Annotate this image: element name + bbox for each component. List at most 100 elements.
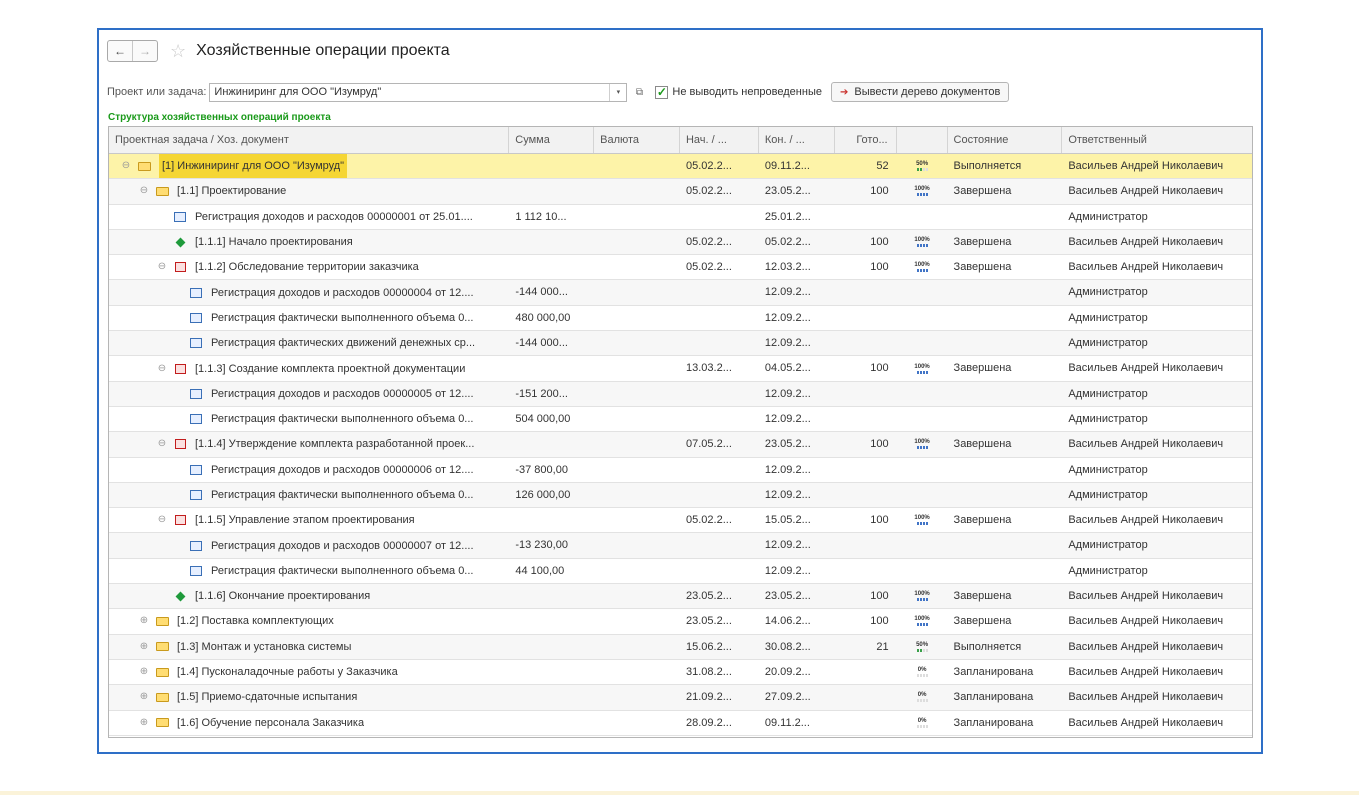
state-cell[interactable]: Завершена bbox=[948, 255, 1063, 279]
currency-cell[interactable] bbox=[594, 508, 680, 532]
task-name-cell[interactable]: Регистрация доходов и расходов 00000004 … bbox=[109, 280, 509, 304]
done-percent-cell[interactable]: 100 bbox=[835, 609, 897, 633]
collapse-toggle-icon[interactable]: ⊖ bbox=[157, 357, 167, 381]
done-percent-cell[interactable] bbox=[835, 711, 897, 735]
start-date-cell[interactable] bbox=[680, 533, 759, 557]
start-date-cell[interactable]: 28.09.2... bbox=[680, 711, 759, 735]
task-name-cell[interactable]: Регистрация доходов и расходов 00000005 … bbox=[109, 382, 509, 406]
responsible-cell[interactable]: Администратор bbox=[1062, 382, 1252, 406]
progress-indicator-cell[interactable]: 0% bbox=[897, 711, 948, 735]
start-date-cell[interactable]: 05.02.2... bbox=[680, 179, 759, 203]
responsible-cell[interactable]: Васильев Андрей Николаевич bbox=[1062, 635, 1252, 659]
progress-indicator-cell[interactable]: 0% bbox=[897, 685, 948, 709]
progress-indicator-cell[interactable] bbox=[897, 407, 948, 431]
table-row[interactable]: Регистрация фактически выполненного объе… bbox=[109, 406, 1252, 433]
task-name-cell[interactable]: Регистрация фактически выполненного объе… bbox=[109, 483, 509, 507]
progress-indicator-cell[interactable] bbox=[897, 559, 948, 583]
end-date-cell[interactable]: 12.09.2... bbox=[759, 483, 835, 507]
end-date-cell[interactable]: 12.09.2... bbox=[759, 559, 835, 583]
responsible-cell[interactable]: Администратор bbox=[1062, 306, 1252, 330]
currency-cell[interactable] bbox=[594, 331, 680, 355]
done-percent-cell[interactable]: 100 bbox=[835, 432, 897, 456]
end-date-cell[interactable]: 23.05.2... bbox=[759, 432, 835, 456]
task-name-cell[interactable]: ⊖ [1.1] Проектирование bbox=[109, 179, 509, 203]
state-cell[interactable] bbox=[948, 407, 1063, 431]
sum-cell[interactable]: 126 000,00 bbox=[509, 483, 594, 507]
progress-indicator-cell[interactable] bbox=[897, 533, 948, 557]
sum-cell[interactable] bbox=[509, 660, 594, 684]
responsible-cell[interactable]: Васильев Андрей Николаевич bbox=[1062, 356, 1252, 380]
done-percent-cell[interactable] bbox=[835, 559, 897, 583]
state-cell[interactable] bbox=[948, 483, 1063, 507]
hide-unposted-checkbox[interactable]: ✓ bbox=[655, 85, 669, 99]
responsible-cell[interactable]: Васильев Андрей Николаевич bbox=[1062, 584, 1252, 608]
table-row[interactable]: Регистрация доходов и расходов 00000004 … bbox=[109, 280, 1252, 306]
progress-indicator-cell[interactable]: 100% bbox=[897, 508, 948, 532]
done-percent-cell[interactable]: 100 bbox=[835, 230, 897, 254]
start-date-cell[interactable]: 05.02.2... bbox=[680, 154, 759, 178]
state-cell[interactable]: Завершена bbox=[948, 609, 1063, 633]
task-name-cell[interactable]: ⊕ [1.5] Приемо-сдаточные испытания bbox=[109, 685, 509, 709]
state-cell[interactable] bbox=[948, 559, 1063, 583]
done-percent-cell[interactable] bbox=[835, 382, 897, 406]
sum-cell[interactable]: -37 800,00 bbox=[509, 458, 594, 482]
table-row[interactable]: Регистрация доходов и расходов 00000005 … bbox=[109, 381, 1252, 407]
currency-cell[interactable] bbox=[594, 635, 680, 659]
end-date-cell[interactable]: 12.09.2... bbox=[759, 533, 835, 557]
state-cell[interactable] bbox=[948, 205, 1063, 229]
currency-cell[interactable] bbox=[594, 458, 680, 482]
start-date-cell[interactable] bbox=[680, 205, 759, 229]
project-select[interactable]: Инжиниринг для ООО "Изумруд" ▾ ⧉ bbox=[209, 82, 643, 102]
end-date-cell[interactable]: 12.09.2... bbox=[759, 458, 835, 482]
currency-cell[interactable] bbox=[594, 154, 680, 178]
responsible-cell[interactable]: Администратор bbox=[1062, 407, 1252, 431]
progress-indicator-cell[interactable] bbox=[897, 331, 948, 355]
expand-toggle-icon[interactable]: ⊕ bbox=[139, 685, 149, 709]
start-date-cell[interactable] bbox=[680, 559, 759, 583]
start-date-cell[interactable] bbox=[680, 382, 759, 406]
task-name-cell[interactable]: ⊖ [1.1.5] Управление этапом проектировани… bbox=[109, 508, 509, 532]
done-percent-cell[interactable] bbox=[835, 458, 897, 482]
start-date-cell[interactable] bbox=[680, 280, 759, 304]
currency-cell[interactable] bbox=[594, 660, 680, 684]
currency-cell[interactable] bbox=[594, 205, 680, 229]
table-row[interactable]: ⊖ [1] Инжиниринг для ООО "Изумруд" 05.02.2… bbox=[109, 154, 1252, 180]
end-date-cell[interactable]: 09.11.2... bbox=[759, 711, 835, 735]
done-percent-cell[interactable] bbox=[835, 483, 897, 507]
progress-indicator-cell[interactable]: 50% bbox=[897, 154, 948, 178]
sum-cell[interactable] bbox=[509, 508, 594, 532]
end-date-cell[interactable]: 27.09.2... bbox=[759, 685, 835, 709]
expand-toggle-icon[interactable]: ⊕ bbox=[139, 635, 149, 659]
task-name-cell[interactable]: Регистрация доходов и расходов 00000006 … bbox=[109, 458, 509, 482]
forward-button[interactable]: → bbox=[133, 41, 157, 61]
currency-cell[interactable] bbox=[594, 685, 680, 709]
collapse-toggle-icon[interactable]: ⊖ bbox=[139, 179, 149, 203]
end-date-cell[interactable]: 12.09.2... bbox=[759, 382, 835, 406]
responsible-cell[interactable]: Васильев Андрей Николаевич bbox=[1062, 660, 1252, 684]
task-name-cell[interactable]: Регистрация фактически выполненного объе… bbox=[109, 306, 509, 330]
table-row[interactable]: Регистрация фактически выполненного объе… bbox=[109, 305, 1252, 332]
table-row[interactable]: Регистрация доходов и расходов 00000001 … bbox=[109, 204, 1252, 230]
responsible-cell[interactable]: Администратор bbox=[1062, 559, 1252, 583]
done-percent-cell[interactable] bbox=[835, 533, 897, 557]
start-date-cell[interactable]: 31.08.2... bbox=[680, 660, 759, 684]
col-end[interactable]: Кон. / ... bbox=[759, 127, 835, 153]
end-date-cell[interactable]: 15.05.2... bbox=[759, 508, 835, 532]
done-percent-cell[interactable]: 100 bbox=[835, 179, 897, 203]
table-row[interactable]: ⊕ [1.5] Приемо-сдаточные испытания 21.09.2… bbox=[109, 685, 1252, 711]
sum-cell[interactable] bbox=[509, 685, 594, 709]
sum-cell[interactable] bbox=[509, 609, 594, 633]
state-cell[interactable]: Выполняется bbox=[948, 154, 1063, 178]
task-name-cell[interactable]: [1.1.1] Начало проектирования bbox=[109, 230, 509, 254]
state-cell[interactable]: Завершена bbox=[948, 432, 1063, 456]
state-cell[interactable] bbox=[948, 533, 1063, 557]
done-percent-cell[interactable] bbox=[835, 280, 897, 304]
col-sum[interactable]: Сумма bbox=[509, 127, 595, 153]
sum-cell[interactable]: 504 000,00 bbox=[509, 407, 594, 431]
state-cell[interactable]: Запланирована bbox=[948, 711, 1063, 735]
done-percent-cell[interactable] bbox=[835, 331, 897, 355]
col-currency[interactable]: Валюта bbox=[594, 127, 680, 153]
state-cell[interactable]: Выполняется bbox=[948, 635, 1063, 659]
done-percent-cell[interactable]: 100 bbox=[835, 584, 897, 608]
done-percent-cell[interactable] bbox=[835, 306, 897, 330]
